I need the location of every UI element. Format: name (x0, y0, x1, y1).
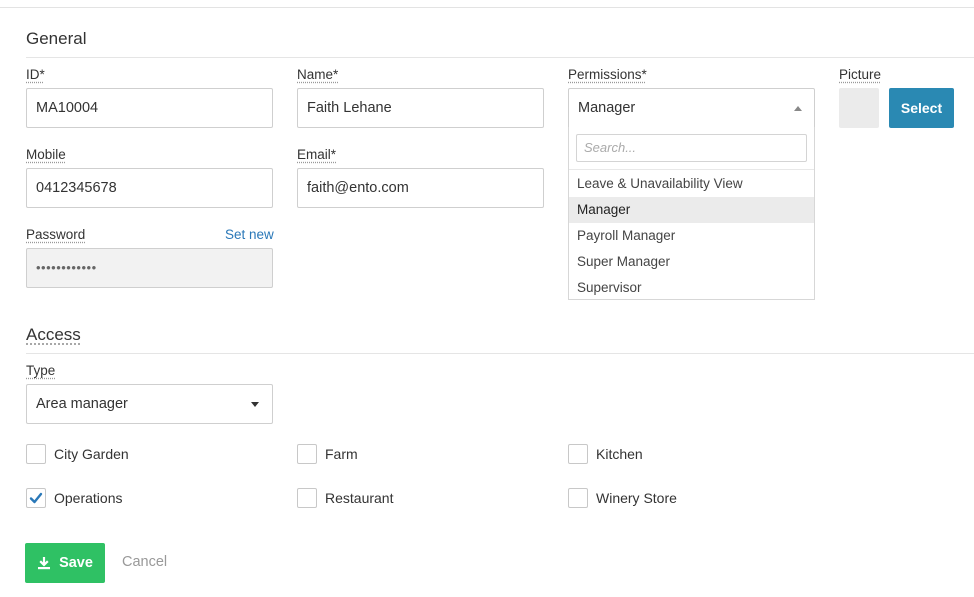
mobile-input[interactable]: 0412345678 (26, 168, 273, 208)
checkbox-kitchen[interactable] (568, 444, 588, 464)
permissions-value: Manager (578, 100, 636, 116)
type-value: Area manager (36, 396, 128, 412)
type-label: Type (26, 363, 56, 378)
permission-option-leave-unavailability-view[interactable]: Leave & Unavailability View (569, 171, 814, 197)
caret-up-icon (794, 106, 802, 111)
email-input[interactable]: faith@ento.com (297, 168, 544, 208)
name-label: Name* (297, 67, 339, 82)
set-new-password-link[interactable]: Set new (225, 227, 274, 242)
permissions-select[interactable]: Manager (568, 88, 815, 128)
checkbox-label-city-garden: City Garden (54, 446, 129, 462)
checkmark-icon (29, 492, 43, 504)
cancel-link[interactable]: Cancel (122, 554, 167, 570)
permissions-label: Permissions* (568, 67, 647, 82)
checkbox-restaurant[interactable] (297, 488, 317, 508)
permissions-dropdown: Search... Leave & Unavailability View Ma… (568, 127, 815, 300)
section-divider-general (26, 57, 974, 58)
id-label: ID* (26, 67, 45, 82)
save-button-label: Save (59, 555, 93, 571)
permission-option-manager[interactable]: Manager (569, 197, 814, 223)
name-input[interactable]: Faith Lehane (297, 88, 544, 128)
email-label: Email* (297, 147, 337, 162)
permissions-search-input[interactable]: Search... (576, 134, 807, 162)
picture-select-button[interactable]: Select (889, 88, 954, 128)
checkbox-label-winery-store: Winery Store (596, 490, 677, 506)
permission-option-supervisor[interactable]: Supervisor (569, 275, 814, 301)
section-title-access: Access (26, 325, 81, 344)
section-title-general: General (26, 29, 87, 48)
permission-option-payroll-manager[interactable]: Payroll Manager (569, 223, 814, 249)
checkbox-label-operations: Operations (54, 490, 123, 506)
top-divider (0, 7, 974, 8)
checkbox-farm[interactable] (297, 444, 317, 464)
checkbox-operations[interactable] (26, 488, 46, 508)
checkbox-label-restaurant: Restaurant (325, 490, 394, 506)
type-select[interactable]: Area manager (26, 384, 273, 424)
save-button[interactable]: Save (25, 543, 105, 583)
download-icon (38, 557, 51, 570)
checkbox-city-garden[interactable] (26, 444, 46, 464)
checkbox-label-kitchen: Kitchen (596, 446, 643, 462)
checkbox-label-farm: Farm (325, 446, 358, 462)
password-label: Password (26, 227, 86, 242)
checkbox-winery-store[interactable] (568, 488, 588, 508)
password-input: •••••••••••• (26, 248, 273, 288)
section-divider-access (26, 353, 974, 354)
picture-label: Picture (839, 67, 882, 82)
id-input[interactable]: MA10004 (26, 88, 273, 128)
permission-option-super-manager[interactable]: Super Manager (569, 249, 814, 275)
picture-preview (839, 88, 879, 128)
mobile-label: Mobile (26, 147, 66, 162)
caret-down-icon (251, 402, 259, 407)
